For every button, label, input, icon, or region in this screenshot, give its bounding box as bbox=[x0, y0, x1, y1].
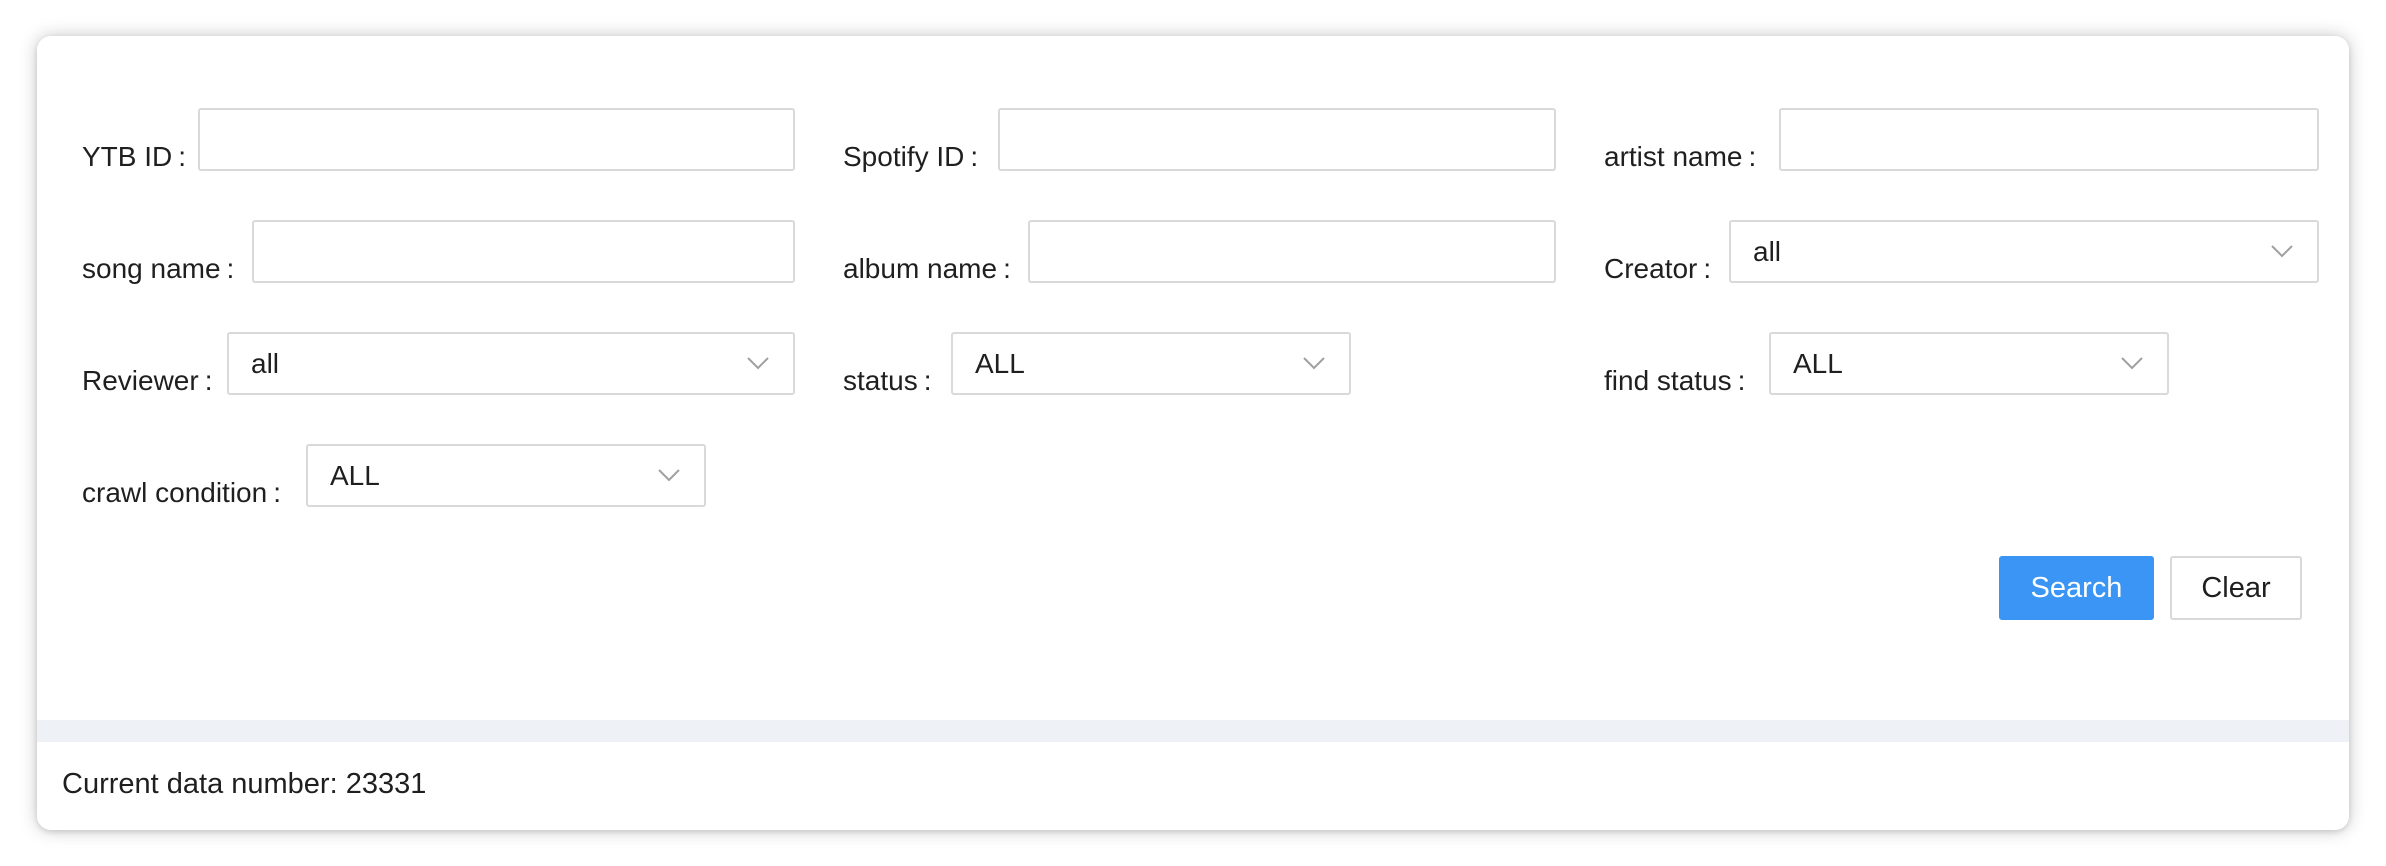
status-select[interactable]: ALL bbox=[951, 332, 1351, 395]
search-form: YTB ID: Spotify ID: artist name: song na… bbox=[37, 36, 2349, 720]
album-name-input[interactable] bbox=[1028, 220, 1556, 283]
results-panel: Current data number: 23331 bbox=[37, 742, 2349, 830]
creator-select-value: all bbox=[1753, 236, 1782, 267]
reviewer-select-value: all bbox=[251, 348, 280, 379]
artist-name-label: artist name: bbox=[1604, 141, 1757, 172]
artist-name-input[interactable] bbox=[1779, 108, 2319, 171]
app-window: YTB ID: Spotify ID: artist name: song na… bbox=[37, 36, 2349, 830]
chevron-down-icon bbox=[2271, 245, 2293, 258]
chevron-down-icon bbox=[2121, 357, 2143, 370]
chevron-down-icon bbox=[747, 357, 769, 370]
ytb-id-label: YTB ID: bbox=[82, 141, 187, 172]
find-status-select-value: ALL bbox=[1793, 348, 1843, 379]
chevron-down-icon bbox=[1303, 357, 1325, 370]
song-name-label: song name: bbox=[82, 253, 235, 284]
find-status-label: find status: bbox=[1604, 365, 1746, 396]
creator-label: Creator: bbox=[1604, 253, 1712, 284]
reviewer-label: Reviewer: bbox=[82, 365, 213, 396]
crawl-condition-select-value: ALL bbox=[330, 460, 380, 491]
song-name-input[interactable] bbox=[252, 220, 795, 283]
reviewer-select[interactable]: all bbox=[227, 332, 795, 395]
creator-select[interactable]: all bbox=[1729, 220, 2319, 283]
album-name-label: album name: bbox=[843, 253, 1011, 284]
find-status-select[interactable]: ALL bbox=[1769, 332, 2169, 395]
spotify-id-label: Spotify ID: bbox=[843, 141, 979, 172]
ytb-id-input[interactable] bbox=[198, 108, 795, 171]
search-button[interactable]: Search bbox=[1999, 556, 2154, 620]
clear-button[interactable]: Clear bbox=[2170, 556, 2302, 620]
status-select-value: ALL bbox=[975, 348, 1025, 379]
crawl-condition-select[interactable]: ALL bbox=[306, 444, 706, 507]
status-label: status: bbox=[843, 365, 932, 396]
chevron-down-icon bbox=[658, 469, 680, 482]
crawl-condition-label: crawl condition: bbox=[82, 477, 281, 508]
section-divider bbox=[37, 720, 2349, 742]
spotify-id-input[interactable] bbox=[998, 108, 1556, 171]
data-count-text: Current data number: 23331 bbox=[62, 768, 427, 800]
